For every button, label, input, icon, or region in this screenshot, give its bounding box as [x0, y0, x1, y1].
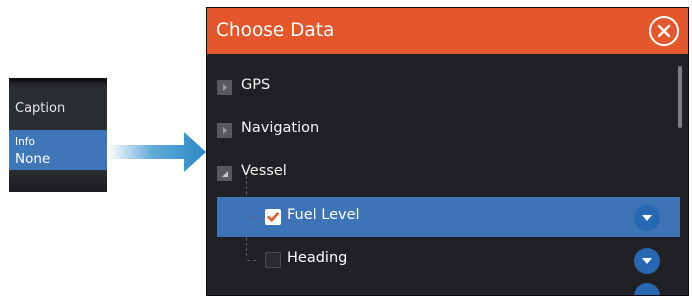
tree-item-label: Heading — [287, 250, 348, 266]
dialog-header: Choose Data — [207, 8, 688, 54]
options-dropdown-button[interactable] — [634, 283, 660, 295]
info-value: None — [15, 151, 51, 167]
tree-item-navigation[interactable]: Navigation — [217, 110, 680, 150]
tree-item-label: Navigation — [241, 120, 320, 136]
fuel-level-checkbox[interactable] — [265, 209, 281, 225]
tree-item-label: Fuel Level — [287, 207, 360, 223]
heading-checkbox[interactable] — [265, 252, 281, 268]
caption-label: Caption — [15, 101, 66, 116]
caption-widget: Caption Info None — [9, 78, 107, 192]
chevron-down-icon — [642, 215, 652, 221]
collapse-arrow-icon[interactable] — [217, 166, 232, 181]
close-button[interactable] — [649, 16, 679, 46]
tree-item-fuel-level[interactable]: Fuel Level — [217, 197, 680, 237]
options-dropdown-button[interactable] — [634, 248, 660, 274]
expand-arrow-icon[interactable] — [217, 80, 232, 95]
chevron-down-icon — [642, 258, 652, 264]
choose-data-dialog: Choose Data GPS Navigation Vessel Fuel L… — [206, 7, 689, 296]
info-field[interactable]: Info None — [9, 130, 107, 173]
checkmark-icon — [267, 212, 279, 222]
widget-bottom-strip — [9, 170, 107, 192]
scrollbar[interactable] — [678, 66, 682, 128]
data-tree-list: GPS Navigation Vessel Fuel Level Heading — [207, 54, 688, 295]
widget-top-strip — [9, 81, 107, 90]
tree-item-gps[interactable]: GPS — [217, 67, 680, 107]
tree-item-label: GPS — [241, 77, 271, 93]
options-dropdown-button[interactable] — [634, 205, 660, 231]
tree-branch — [247, 260, 256, 261]
tree-item-vessel[interactable]: Vessel — [217, 153, 680, 193]
close-icon — [657, 24, 671, 38]
tree-item-label: Vessel — [241, 163, 287, 179]
tree-item-heading[interactable]: Heading — [217, 240, 680, 280]
dialog-title: Choose Data — [216, 20, 335, 41]
tree-branch — [247, 217, 256, 218]
pointer-arrow-icon — [108, 132, 206, 172]
expand-arrow-icon[interactable] — [217, 123, 232, 138]
info-label: Info — [15, 136, 35, 148]
